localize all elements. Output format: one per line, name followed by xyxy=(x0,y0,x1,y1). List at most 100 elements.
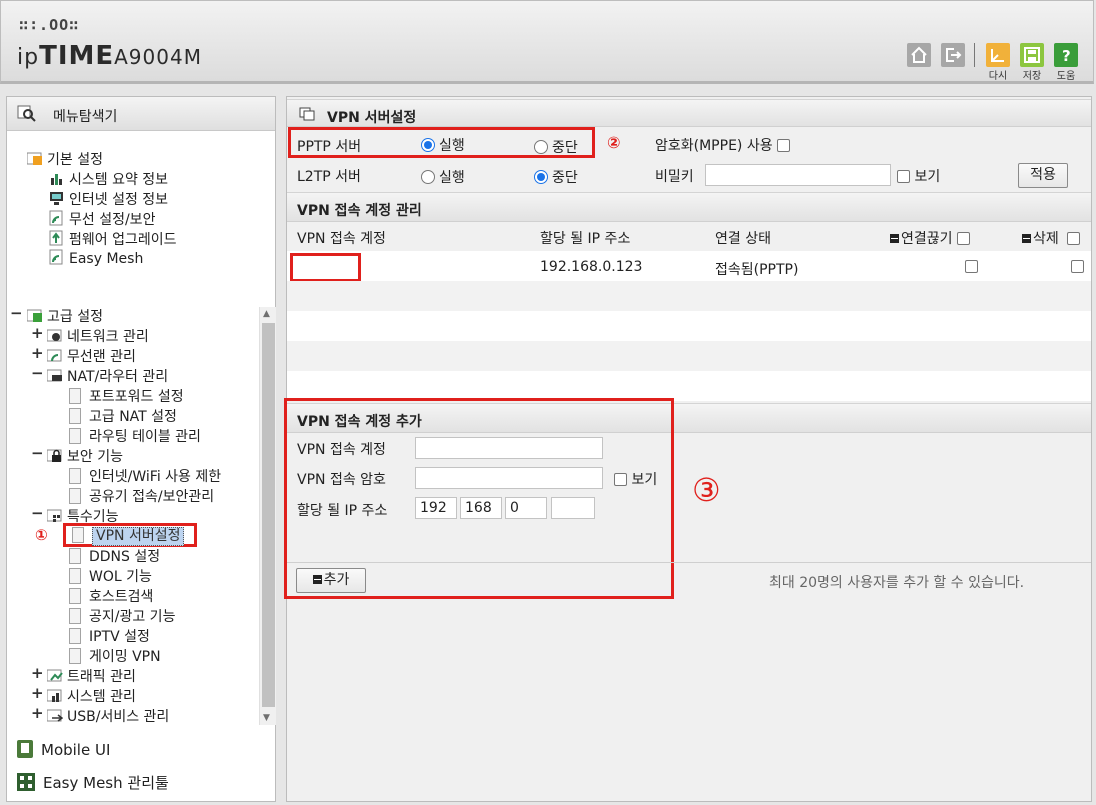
add-button[interactable]: 추가 xyxy=(296,568,366,593)
l2tp-stop-radio[interactable]: 중단 xyxy=(534,167,578,187)
menu-explorer-title: 메뉴탐색기 xyxy=(53,109,118,125)
radio-icon xyxy=(534,140,548,154)
page-title: VPN 서버설정 xyxy=(327,110,417,126)
table-row-empty xyxy=(287,371,1091,401)
save-label[interactable]: 저장 xyxy=(1017,67,1047,82)
mobile-ui-link[interactable]: Mobile UI xyxy=(17,740,110,759)
tree-item-easy-mesh[interactable]: Easy Mesh xyxy=(49,249,143,267)
expand-icon[interactable]: + xyxy=(31,344,44,362)
tree-item-firmware[interactable]: 펌웨어 업그레이드 xyxy=(49,229,177,249)
page-icon xyxy=(69,628,81,644)
tree-item-port-forward[interactable]: 포트포워드 설정 xyxy=(69,386,184,406)
table-row-empty xyxy=(287,311,1091,341)
folder-icon xyxy=(26,307,43,323)
phone-icon xyxy=(17,740,33,758)
scroll-thumb[interactable] xyxy=(262,323,275,707)
pptp-run-radio[interactable]: 실행 xyxy=(421,135,465,155)
expand-icon[interactable]: + xyxy=(31,664,44,682)
tree-wlan-management[interactable]: 무선랜 관리 xyxy=(46,346,136,366)
radio-icon xyxy=(421,170,435,184)
secret-key-input[interactable] xyxy=(705,164,891,186)
step-marker-1: ① xyxy=(35,526,48,544)
scroll-down-icon[interactable]: ▼ xyxy=(263,713,270,723)
radio-icon xyxy=(421,138,435,152)
tree-security[interactable]: 보안 기능 xyxy=(46,446,123,466)
tree-item-advanced-nat[interactable]: 고급 NAT 설정 xyxy=(69,406,177,426)
page-icon xyxy=(72,527,84,543)
help-label[interactable]: 도움 xyxy=(1051,67,1081,82)
tree-item-notice-ad[interactable]: 공지/광고 기능 xyxy=(69,606,175,626)
ip-octet-4[interactable] xyxy=(551,497,595,519)
tree-item-vpn-server[interactable]: VPN 서버설정 xyxy=(63,523,197,547)
expand-icon[interactable]: + xyxy=(31,324,44,342)
table-row-empty xyxy=(287,281,1091,311)
restart-icon[interactable] xyxy=(986,43,1010,67)
page-icon xyxy=(69,408,81,424)
router-icon xyxy=(46,367,63,383)
tree-item-iptv[interactable]: IPTV 설정 xyxy=(69,626,150,646)
restart-label[interactable]: 다시 xyxy=(983,67,1013,82)
show-password-checkbox[interactable]: 보기 xyxy=(614,469,657,489)
tree-traffic[interactable]: 트래픽 관리 xyxy=(46,666,136,686)
tree-item-ddns[interactable]: DDNS 설정 xyxy=(69,546,160,566)
tree-nat-router[interactable]: NAT/라우터 관리 xyxy=(46,366,168,386)
brand-prefix: ip xyxy=(17,45,40,70)
col-delete[interactable]: 삭제 xyxy=(1022,228,1081,248)
tree-network-management[interactable]: 네트워크 관리 xyxy=(46,326,149,346)
checkbox-icon xyxy=(965,260,978,273)
collapse-icon[interactable]: − xyxy=(31,504,44,522)
tree-system[interactable]: 시스템 관리 xyxy=(46,686,136,706)
add-ip-label: 할당 될 IP 주소 xyxy=(297,503,388,519)
expand-icon[interactable]: + xyxy=(31,684,44,702)
tree-usb-service[interactable]: USB/서비스 관리 xyxy=(46,706,169,726)
home-icon[interactable] xyxy=(907,43,931,67)
easy-mesh-tool-link[interactable]: Easy Mesh 관리툴 xyxy=(17,772,169,793)
collapse-icon[interactable]: − xyxy=(31,444,44,462)
menu-explorer-header: 메뉴탐색기 xyxy=(7,97,275,131)
tree-item-system-summary[interactable]: 시스템 요약 정보 xyxy=(49,169,168,189)
checkbox-icon xyxy=(1071,260,1084,273)
page-icon xyxy=(69,608,81,624)
ip-octet-3[interactable]: 0 xyxy=(505,497,547,519)
logout-icon[interactable] xyxy=(941,43,965,67)
tree-item-wol[interactable]: WOL 기능 xyxy=(69,566,152,586)
scroll-up-icon[interactable]: ▲ xyxy=(263,309,270,319)
row-disconnect-checkbox[interactable] xyxy=(965,259,978,275)
show-secret-checkbox[interactable]: 보기 xyxy=(897,166,940,186)
tree-item-admin-security[interactable]: 공유기 접속/보안관리 xyxy=(69,486,214,506)
row-delete-checkbox[interactable] xyxy=(1071,259,1084,275)
top-header: ∷∶.OO∷ ipTIMEA9004M 다시 저장 ? 도움 xyxy=(0,0,1094,84)
secret-key-label: 비밀키 xyxy=(655,169,694,185)
col-disconnect[interactable]: 연결끊기 xyxy=(890,228,970,248)
plus-icon xyxy=(312,575,322,584)
page-icon xyxy=(69,488,81,504)
row-ip: 192.168.0.123 xyxy=(540,259,643,275)
menu-explorer: 메뉴탐색기 기본 설정 시스템 요약 정보 인터넷 설정 정보 무선 설정/보안… xyxy=(6,96,276,802)
collapse-icon[interactable]: − xyxy=(10,304,23,322)
wifi-icon xyxy=(46,347,63,363)
save-icon[interactable] xyxy=(1020,43,1044,67)
expand-icon[interactable]: + xyxy=(31,704,44,722)
help-icon[interactable]: ? xyxy=(1054,43,1078,67)
l2tp-run-radio[interactable]: 실행 xyxy=(421,167,465,187)
tree-item-host-search[interactable]: 호스트검색 xyxy=(69,586,153,606)
apply-button[interactable]: 적용 xyxy=(1018,163,1068,188)
wifi-icon xyxy=(49,210,65,226)
step-marker-2: ② xyxy=(607,133,621,152)
tree-item-internet-info[interactable]: 인터넷 설정 정보 xyxy=(49,189,168,209)
mppe-checkbox[interactable]: 암호화(MPPE) 사용 xyxy=(655,135,791,155)
tree-item-gaming-vpn[interactable]: 게이밍 VPN xyxy=(69,646,161,666)
add-account-input[interactable] xyxy=(415,437,603,459)
tree-item-routing-table[interactable]: 라우팅 테이블 관리 xyxy=(69,426,201,446)
ip-octet-1[interactable]: 192 xyxy=(415,497,457,519)
table-row: 192.168.0.123 접속됨(PPTP) xyxy=(287,251,1091,282)
pptp-stop-radio[interactable]: 중단 xyxy=(534,137,578,157)
tree-item-wireless-security[interactable]: 무선 설정/보안 xyxy=(49,209,155,229)
tree-item-access-limit[interactable]: 인터넷/WiFi 사용 제한 xyxy=(69,466,221,486)
tree-basic-settings[interactable]: 기본 설정 xyxy=(26,149,103,169)
ip-octet-2[interactable]: 168 xyxy=(460,497,502,519)
collapse-icon[interactable]: − xyxy=(31,364,44,382)
menu-scrollbar[interactable]: ▲ ▼ xyxy=(259,307,276,725)
add-password-input[interactable] xyxy=(415,467,603,489)
tree-advanced-settings[interactable]: 고급 설정 xyxy=(26,306,103,326)
